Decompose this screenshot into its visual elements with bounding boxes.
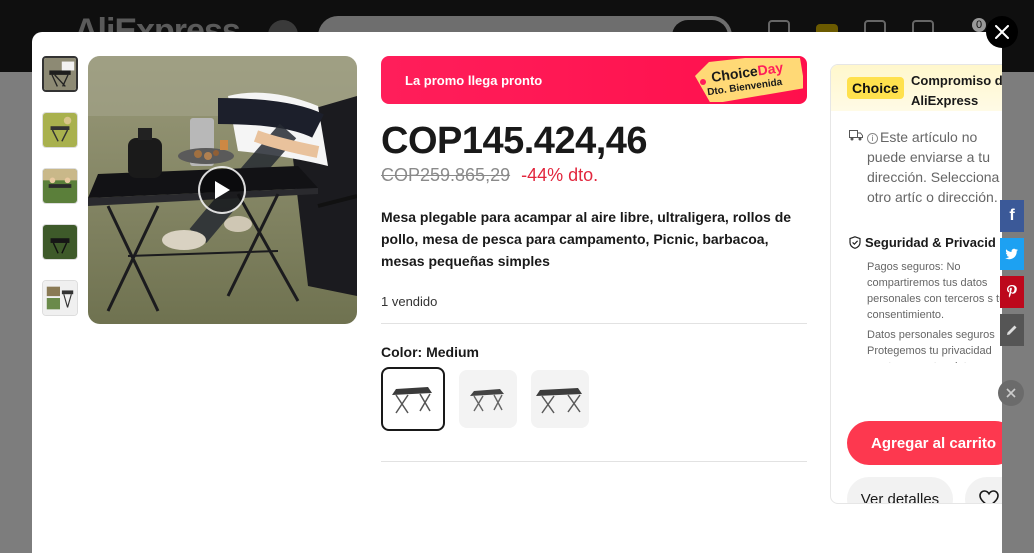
commitment-text: Compromiso de AliExpress: [911, 71, 1002, 111]
add-to-cart-button[interactable]: Agregar al carrito: [847, 421, 1002, 465]
choice-badge: Choice: [847, 77, 904, 99]
cart-count-badge: 0: [972, 18, 987, 32]
play-icon: [215, 181, 230, 199]
price-row: COP259.865,29 -44% dto.: [381, 165, 807, 186]
sold-count: 1 vendido: [381, 294, 438, 309]
shipping-notice-text: Este artículo no puede enviarse a tu dir…: [867, 129, 1000, 205]
edit-icon[interactable]: [1000, 314, 1024, 346]
commitment-brand: AliExpress: [911, 93, 979, 108]
close-modal-button[interactable]: [986, 16, 1018, 48]
divider: [381, 323, 807, 324]
thumbnail-4[interactable]: [42, 224, 78, 260]
variant-large[interactable]: [531, 370, 589, 428]
folding-table-image: [470, 389, 504, 412]
facebook-icon[interactable]: f: [1000, 200, 1024, 232]
close-icon: [1006, 388, 1016, 398]
current-price: COP145.424,46: [381, 120, 648, 162]
personal-data-text: Datos personales seguros Protegemos tu p…: [867, 329, 995, 363]
security-privacy-title[interactable]: Seguridad & Privacid: [849, 235, 996, 250]
variant-medium[interactable]: [381, 367, 445, 431]
pinterest-icon[interactable]: [1000, 276, 1024, 308]
color-label: Color: Medium: [381, 344, 479, 360]
commitment-banner[interactable]: Choice Compromiso de AliExpress: [831, 65, 1002, 111]
security-title-text: Seguridad & Privacid: [865, 235, 996, 250]
divider: [381, 461, 807, 462]
product-info: La promo llega pronto ChoiceDay Dto. Bie…: [381, 56, 807, 462]
variant-small[interactable]: [459, 370, 517, 428]
thumbnail-1[interactable]: [42, 56, 78, 92]
social-share-bar: f: [1000, 200, 1024, 346]
secure-payments-text: Pagos seguros: No compartiremos tus dato…: [867, 261, 1002, 321]
twitter-icon[interactable]: [1000, 238, 1024, 270]
close-icon: [995, 25, 1009, 39]
heart-icon: [979, 490, 999, 503]
thumbnail-list: [42, 56, 78, 316]
promo-banner[interactable]: La promo llega pronto ChoiceDay Dto. Bie…: [381, 56, 807, 104]
color-variants: [381, 367, 807, 431]
shipping-notice: i Este artículo no puede enviarse a tu di…: [867, 127, 1002, 207]
view-details-button[interactable]: Ver detalles: [847, 477, 953, 503]
thumbnail-3[interactable]: [42, 168, 78, 204]
thumbnail-2[interactable]: [42, 112, 78, 148]
discount-percent: -44% dto.: [521, 165, 599, 185]
product-quick-view-modal: La promo llega pronto ChoiceDay Dto. Bie…: [32, 32, 1002, 553]
original-price: COP259.865,29: [381, 165, 511, 185]
truck-icon: [849, 130, 863, 141]
promo-text: La promo llega pronto: [405, 73, 543, 88]
thumbnail-5[interactable]: [42, 280, 78, 316]
choice-day-tag: ChoiceDay Dto. Bienvenida: [681, 58, 803, 102]
product-title: Mesa plegable para acampar al aire libre…: [381, 209, 792, 269]
info-icon: i: [867, 133, 878, 144]
folding-table-image: [392, 387, 432, 414]
shield-icon: [849, 236, 861, 249]
social-bar-close-button[interactable]: [998, 380, 1024, 406]
main-product-image[interactable]: [88, 56, 357, 324]
folding-table-image: [536, 388, 582, 414]
play-video-button[interactable]: [198, 166, 246, 214]
purchase-panel: Choice Compromiso de AliExpress i Este ar…: [830, 64, 1002, 504]
commitment-title: Compromiso de: [911, 73, 1002, 88]
wishlist-button[interactable]: [965, 477, 1002, 503]
